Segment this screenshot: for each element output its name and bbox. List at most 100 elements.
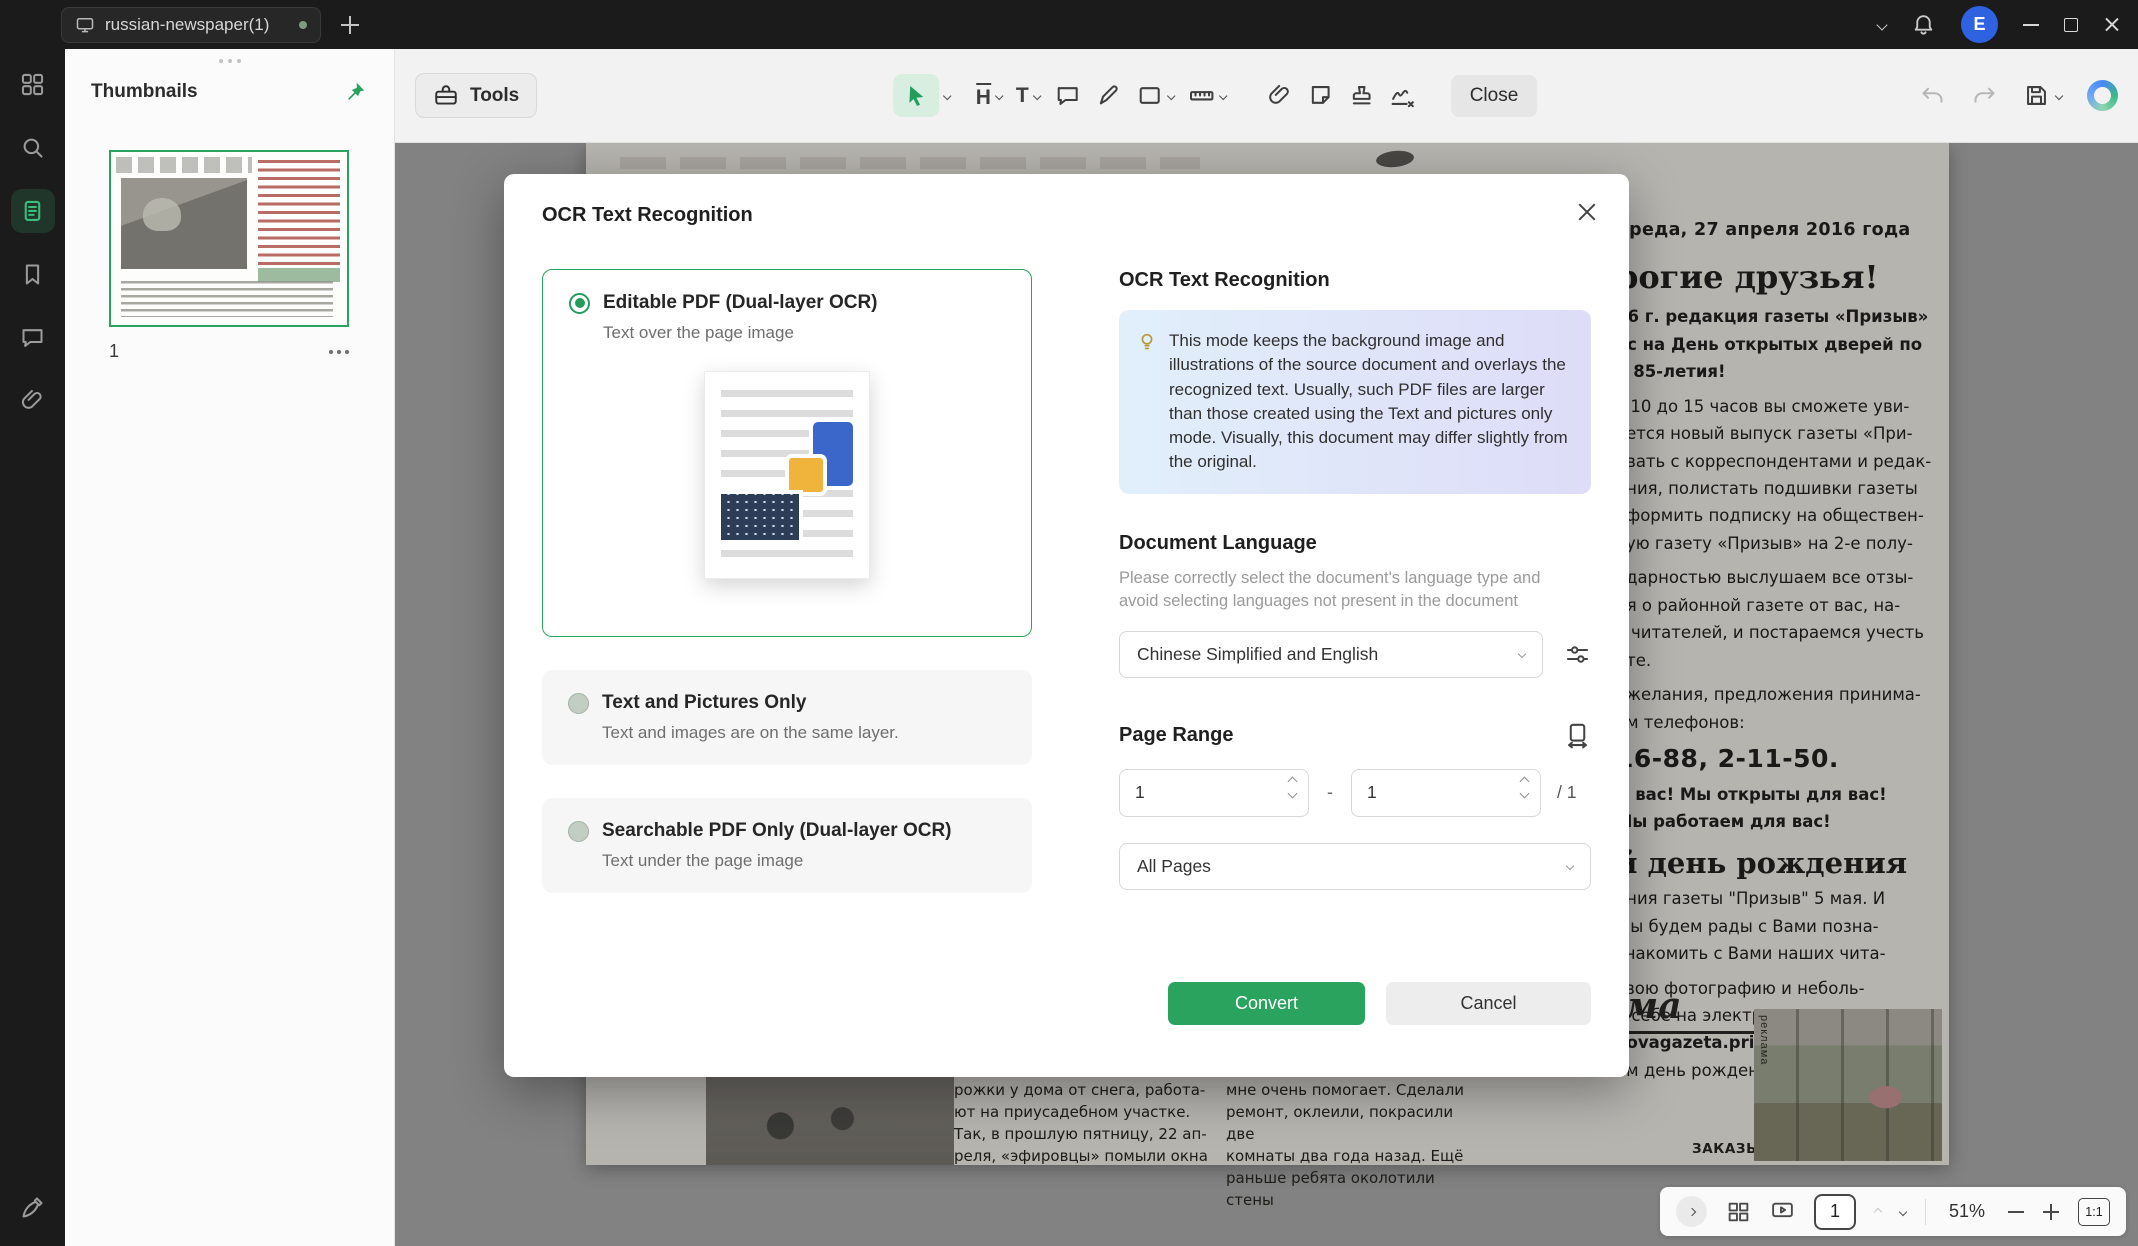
cancel-button[interactable]: Cancel (1386, 982, 1591, 1025)
titlebar-chevron-down-icon[interactable] (1876, 19, 1887, 30)
zoom-in-icon[interactable] (2043, 1204, 2059, 1220)
text-tool-icon: T (1016, 85, 1029, 106)
main-toolbar: Tools H T (395, 49, 2138, 143)
window-close-icon[interactable] (2103, 16, 2120, 33)
window-maximize-icon[interactable] (2064, 18, 2078, 32)
text-tool[interactable]: T (1009, 79, 1047, 112)
save-floppy-icon (2023, 82, 2050, 109)
window-minimize-icon[interactable] (2023, 24, 2039, 26)
option-label: Searchable PDF Only (Dual-layer OCR) (602, 820, 952, 842)
page-mode-select[interactable]: All Pages (1119, 843, 1591, 890)
pen-nib-icon[interactable] (19, 1194, 46, 1221)
range-to-input[interactable] (1351, 769, 1541, 817)
stepper-icons[interactable] (1289, 778, 1296, 797)
editable-pdf-illustration (704, 371, 870, 579)
speech-bubble-icon (1054, 82, 1081, 109)
page-thumbnail[interactable] (109, 150, 349, 327)
unsaved-indicator (299, 21, 307, 29)
chevron-down-icon (1518, 650, 1526, 658)
dialog-close-icon[interactable] (1575, 200, 1599, 224)
undo-icon[interactable] (1919, 82, 1946, 109)
document-tab[interactable]: russian-newspaper(1) (61, 7, 321, 43)
save-button[interactable] (2023, 82, 2062, 109)
page-total-label: / 1 (1557, 782, 1576, 803)
close-tools-button[interactable]: Close (1451, 75, 1538, 117)
language-settings-icon[interactable] (1564, 641, 1591, 668)
range-from-input[interactable] (1119, 769, 1309, 817)
option-label: Editable PDF (Dual-layer OCR) (603, 292, 878, 314)
paperclip-icon[interactable] (19, 387, 46, 414)
ai-assistant-icon[interactable] (2087, 80, 2118, 111)
page-mode-value: All Pages (1137, 856, 1211, 877)
expand-panel-button[interactable] (1676, 1196, 1707, 1227)
zoom-out-icon[interactable] (2008, 1211, 2024, 1213)
select-tool[interactable] (886, 68, 957, 123)
pen-tool[interactable] (1088, 76, 1129, 115)
sticker-note-icon (1307, 82, 1334, 109)
thumbnail-photo (121, 178, 248, 269)
radio-selected-icon[interactable] (569, 293, 590, 314)
heading-tool-icon: H (976, 83, 991, 108)
language-select[interactable]: Chinese Simplified and English (1119, 631, 1543, 678)
range-from-field[interactable] (1120, 782, 1250, 803)
option-text-pictures-only[interactable]: Text and Pictures Only Text and images a… (542, 670, 1032, 765)
lightbulb-icon (1136, 331, 1158, 353)
search-icon[interactable] (19, 134, 46, 161)
illustration-photo-block (721, 494, 799, 540)
option-searchable-pdf[interactable]: Searchable PDF Only (Dual-layer OCR) Tex… (542, 798, 1032, 893)
sticker-tool[interactable] (1300, 76, 1341, 115)
thumbnails-panel-toggle[interactable] (11, 189, 55, 233)
left-icon-rail (0, 49, 65, 1246)
new-tab-icon[interactable] (341, 16, 359, 34)
signature-tool[interactable] (1382, 76, 1423, 115)
signature-icon (1389, 82, 1416, 109)
option-editable-pdf[interactable]: Editable PDF (Dual-layer OCR) Text over … (542, 269, 1032, 637)
grid-view-icon[interactable] (1726, 1199, 1751, 1224)
convert-button[interactable]: Convert (1168, 982, 1365, 1025)
heading-tool[interactable]: H (969, 77, 1009, 114)
document-viewport: Среда, 27 апреля 2016 годарогие друзья!1… (395, 143, 2138, 1246)
option-description: Text under the page image (602, 851, 1006, 871)
ocr-info-heading: OCR Text Recognition (1119, 269, 1591, 292)
marker-pen-icon (1095, 82, 1122, 109)
previous-page-icon[interactable] (1874, 1207, 1882, 1215)
comment-bubble-icon[interactable] (19, 324, 46, 351)
tools-button-label: Tools (470, 85, 519, 107)
user-avatar[interactable]: E (1961, 6, 1998, 43)
monitor-icon (75, 15, 95, 35)
stamp-tool[interactable] (1341, 76, 1382, 115)
titlebar: russian-newspaper(1) E (0, 0, 2138, 49)
pin-icon[interactable] (342, 79, 368, 105)
radio-unselected-icon[interactable] (568, 693, 589, 714)
document-language-heading: Document Language (1119, 532, 1591, 555)
attachment-tool[interactable] (1259, 76, 1300, 115)
thumbnail-more-icon[interactable] (329, 350, 349, 354)
page-range-icon[interactable] (1564, 722, 1591, 749)
presentation-mode-icon[interactable] (1770, 1199, 1795, 1224)
page-number-input[interactable] (1814, 1194, 1856, 1230)
actual-size-button[interactable]: 1:1 (2078, 1198, 2110, 1226)
mode-info-box: This mode keeps the background image and… (1119, 310, 1591, 494)
range-to-field[interactable] (1352, 782, 1482, 803)
option-label: Text and Pictures Only (602, 692, 806, 714)
tools-button[interactable]: Tools (415, 73, 537, 118)
panel-drag-handle-icon[interactable] (219, 59, 241, 63)
thumbnails-panel: Thumbnails 1 (65, 49, 395, 1246)
apps-grid-icon[interactable] (19, 71, 46, 98)
stepper-icons[interactable] (1521, 778, 1528, 797)
ruler-icon (1188, 82, 1215, 109)
language-hint: Please correctly select the document's l… (1119, 567, 1571, 613)
notifications-bell-icon[interactable] (1911, 12, 1936, 37)
cursor-arrow-icon (903, 83, 929, 109)
paperclip-icon (1266, 82, 1293, 109)
page-thumbnails-icon (19, 198, 46, 225)
radio-unselected-icon[interactable] (568, 821, 589, 842)
next-page-icon[interactable] (1899, 1207, 1907, 1215)
toolbox-icon (433, 83, 459, 109)
shape-tool[interactable] (1129, 76, 1181, 115)
comment-tool[interactable] (1047, 76, 1088, 115)
bookmark-icon[interactable] (19, 261, 46, 288)
measure-tool[interactable] (1181, 76, 1233, 115)
redo-icon[interactable] (1971, 82, 1998, 109)
rectangle-icon (1136, 82, 1163, 109)
